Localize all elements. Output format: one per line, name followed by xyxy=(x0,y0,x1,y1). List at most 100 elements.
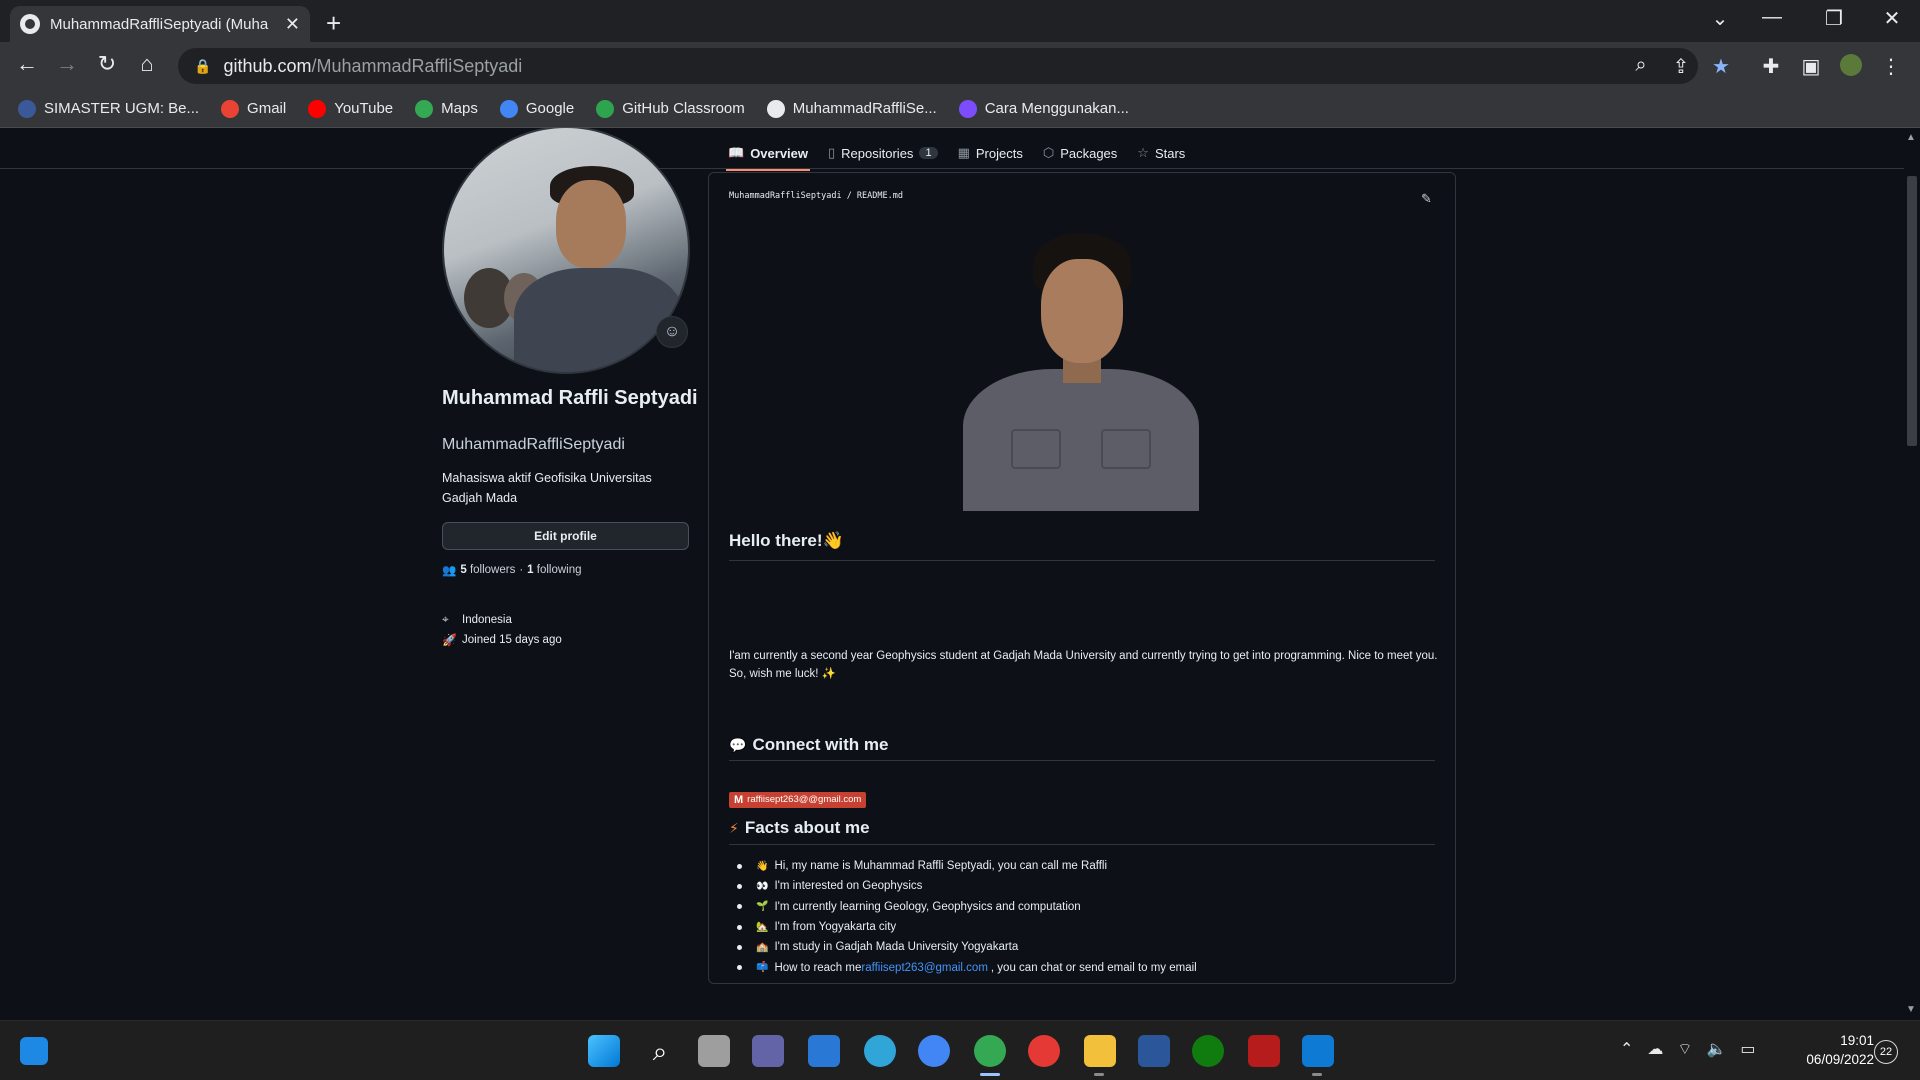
battery-icon[interactable]: ▭ xyxy=(1740,1039,1755,1059)
chrome-icon[interactable] xyxy=(974,1035,1006,1067)
task-view-icon[interactable] xyxy=(698,1035,730,1067)
readme-profile-photo xyxy=(953,229,1209,511)
mail-icon[interactable] xyxy=(808,1035,840,1067)
fact-text: I'm interested on Geophysics xyxy=(774,880,923,893)
bookmark-star-icon[interactable]: ★ xyxy=(1708,54,1734,79)
bookmark-item[interactable]: Gmail xyxy=(221,99,286,118)
profile-avatar-large[interactable] xyxy=(442,128,690,374)
address-bar[interactable]: 🔒 github.com/MuhammadRaffliSeptyadi xyxy=(178,48,1698,84)
bullet xyxy=(737,944,742,950)
share-icon[interactable]: ⇪ xyxy=(1668,54,1694,79)
repo-icon: ▯ xyxy=(828,145,836,160)
notification-badge[interactable]: 22 xyxy=(1874,1040,1898,1064)
page-scrollbar[interactable]: ▲ ▼ xyxy=(1904,128,1920,1020)
forward-icon[interactable]: → xyxy=(52,51,82,77)
tab-packages[interactable]: ⬡ Packages xyxy=(1043,140,1117,166)
widgets-icon[interactable] xyxy=(20,1037,48,1065)
facts-heading: ⚡ Facts about me xyxy=(729,818,870,838)
package-icon: ⬡ xyxy=(1042,145,1055,160)
file-explorer-icon[interactable] xyxy=(1084,1035,1116,1067)
search-icon[interactable]: ⌕ xyxy=(644,1035,676,1067)
menu-icon[interactable]: ⋮ xyxy=(1878,54,1904,79)
chrome-profile-icon[interactable] xyxy=(918,1035,950,1067)
hello-heading: Hello there!👋 xyxy=(729,531,844,551)
readme-path[interactable]: MuhammadRaffliSeptyadi / README.md xyxy=(729,191,903,201)
facts-list: 👋 Hi, my name is Muhammad Raffli Septyadi… xyxy=(729,856,1197,978)
wifi-icon[interactable]: ⌔ xyxy=(1677,1039,1692,1059)
tab-search-icon[interactable]: ⌄ xyxy=(1700,6,1740,31)
clock[interactable]: 19:01 06/09/2022 xyxy=(1784,1031,1874,1069)
simaster-icon xyxy=(18,99,36,118)
word-icon[interactable] xyxy=(1138,1035,1170,1067)
followers-count: 5 xyxy=(460,564,467,576)
zoom-icon[interactable]: ⌕ xyxy=(1628,54,1654,77)
profile-bio: Mahasiswa aktif Geofisika Universitas Ga… xyxy=(442,471,652,505)
fact-emoji-icon: 📫 xyxy=(756,962,769,974)
tab-title: MuhammadRaffliSeptyadi (Muha xyxy=(50,15,269,33)
pencil-icon[interactable]: ✎ xyxy=(1421,191,1432,207)
onedrive-icon[interactable]: ☁ xyxy=(1647,1039,1663,1059)
following-link[interactable]: 1 following xyxy=(527,564,581,576)
extensions-icon[interactable]: ✚ xyxy=(1758,54,1784,79)
back-icon[interactable]: ← xyxy=(12,51,42,77)
url-path: /MuhammadRaffliSeptyadi xyxy=(311,55,523,76)
teams-chat-icon[interactable] xyxy=(752,1035,784,1067)
start-icon[interactable] xyxy=(588,1035,620,1067)
scroll-up-icon[interactable]: ▲ xyxy=(1906,132,1916,143)
bookmark-item[interactable]: Cara Menggunakan... xyxy=(958,99,1129,118)
profile-joined: 🚀 Joined 15 days ago xyxy=(442,633,562,647)
email-link[interactable]: raffiisept263@gmail.com xyxy=(861,962,988,974)
fact-item: 🌱 I'm currently learning Geology, Geophys… xyxy=(729,897,1197,917)
scrollbar-thumb[interactable] xyxy=(1907,176,1917,446)
fact-item: 🏫 I'm study in Gadjah Mada University Yog… xyxy=(729,937,1197,957)
lock-icon[interactable]: 🔒 xyxy=(194,58,211,75)
bookmark-item[interactable]: Maps xyxy=(415,99,478,118)
edge-icon[interactable] xyxy=(864,1035,896,1067)
close-window-button[interactable]: ✕ xyxy=(1872,6,1912,31)
browser-tab[interactable]: MuhammadRaffliSeptyadi (Muha ✕ xyxy=(10,6,310,42)
vscode-icon[interactable] xyxy=(1302,1035,1334,1067)
set-status-smiley-icon[interactable]: ☺ xyxy=(656,316,688,348)
tab-projects[interactable]: ▦ Projects xyxy=(958,140,1023,166)
avatar-body xyxy=(514,268,684,372)
fact-emoji-icon: 🏫 xyxy=(756,941,769,953)
repositories-counter: 1 xyxy=(919,147,938,159)
bookmark-label: MuhammadRaffliSe... xyxy=(792,100,937,117)
fact-text: I'm study in Gadjah Mada University Yogy… xyxy=(774,941,1019,954)
home-icon[interactable]: ⌂ xyxy=(132,51,162,77)
profile-avatar[interactable] xyxy=(1838,54,1864,82)
close-tab-icon[interactable]: ✕ xyxy=(285,14,300,35)
url-host: github.com xyxy=(223,55,312,76)
tab-stars[interactable]: ☆ Stars xyxy=(1137,140,1185,166)
gmail-badge[interactable]: Mraffiisept263@@gmail.com xyxy=(729,792,867,808)
xbox-icon[interactable] xyxy=(1192,1035,1224,1067)
bookmark-item[interactable]: SIMASTER UGM: Be... xyxy=(18,99,199,118)
bookmark-item[interactable]: MuhammadRaffliSe... xyxy=(766,99,937,118)
side-panel-icon[interactable]: ▣ xyxy=(1798,54,1824,79)
edit-profile-button[interactable]: Edit profile xyxy=(442,522,689,550)
volume-icon[interactable]: 🔈 xyxy=(1706,1039,1726,1059)
intro-paragraph: I'am currently a second year Geophysics … xyxy=(729,650,1438,680)
photo-pocket xyxy=(1101,429,1151,469)
app-icon[interactable] xyxy=(1248,1035,1280,1067)
youtube-music-icon[interactable] xyxy=(1028,1035,1060,1067)
windows-taskbar: ⌕ ⌃ ☁ ⌔ 🔈 ▭ 19:01 06/09/2022 22 xyxy=(0,1020,1920,1080)
scroll-down-icon[interactable]: ▼ xyxy=(1906,1004,1916,1015)
followers-label: followers xyxy=(469,564,516,576)
star-icon: ☆ xyxy=(1137,145,1149,160)
bookmark-item[interactable]: YouTube xyxy=(308,99,393,118)
minimize-button[interactable]: — xyxy=(1752,6,1792,29)
heading-divider xyxy=(729,560,1435,561)
tab-repositories[interactable]: ▯ Repositories 1 xyxy=(828,140,938,166)
followers-link[interactable]: 5 followers xyxy=(460,564,515,576)
restore-button[interactable]: ❐ xyxy=(1814,6,1854,31)
bookmark-page-icon xyxy=(958,99,977,118)
bookmark-item[interactable]: Google xyxy=(499,99,574,118)
new-tab-button[interactable]: + xyxy=(326,8,341,39)
tab-overview[interactable]: 📖 Overview xyxy=(725,140,811,171)
bookmark-item[interactable]: GitHub Classroom xyxy=(596,99,745,118)
joined-text: Joined 15 days ago xyxy=(462,634,562,646)
chevron-up-icon[interactable]: ⌃ xyxy=(1620,1039,1633,1059)
reload-icon[interactable]: ↻ xyxy=(92,51,122,77)
bullet xyxy=(737,883,742,889)
